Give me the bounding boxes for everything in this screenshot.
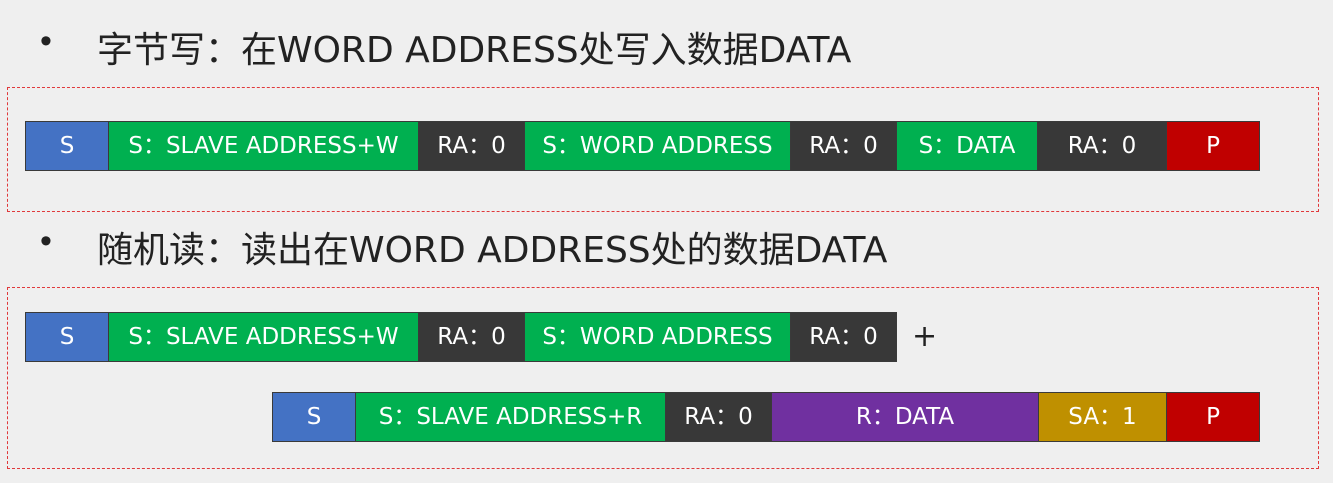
read-data-cell: R：DATA <box>771 392 1039 442</box>
ack-cell: RA：0 <box>665 392 772 442</box>
ack-cell: RA：0 <box>418 121 525 171</box>
slave-address-write-cell: S：SLAVE ADDRESS+W <box>108 121 419 171</box>
random-read-title: 随机读：读出在WORD ADDRESS处的数据DATA <box>97 230 888 271</box>
stop-cell: P <box>1166 392 1260 442</box>
start-cell: S <box>272 392 356 442</box>
ack-cell: RA：0 <box>418 312 525 362</box>
stop-cell: P <box>1166 121 1260 171</box>
bullet-glyph: • <box>40 22 52 60</box>
byte-write-title: 字节写：在WORD ADDRESS处写入数据DATA <box>97 30 852 71</box>
slave-address-write-cell: S：SLAVE ADDRESS+W <box>108 312 419 362</box>
start-cell: S <box>25 121 109 171</box>
bullet-glyph: • <box>40 222 52 260</box>
slave-ack-cell: SA：1 <box>1038 392 1167 442</box>
word-address-cell: S：WORD ADDRESS <box>524 121 791 171</box>
plus-sign: + <box>912 319 938 354</box>
ack-cell: RA：0 <box>1037 121 1167 171</box>
ack-cell: RA：0 <box>790 121 897 171</box>
word-address-cell: S：WORD ADDRESS <box>524 312 791 362</box>
start-cell: S <box>25 312 109 362</box>
ack-cell: RA：0 <box>790 312 897 362</box>
data-cell: S：DATA <box>896 121 1038 171</box>
slave-address-read-cell: S：SLAVE ADDRESS+R <box>355 392 666 442</box>
